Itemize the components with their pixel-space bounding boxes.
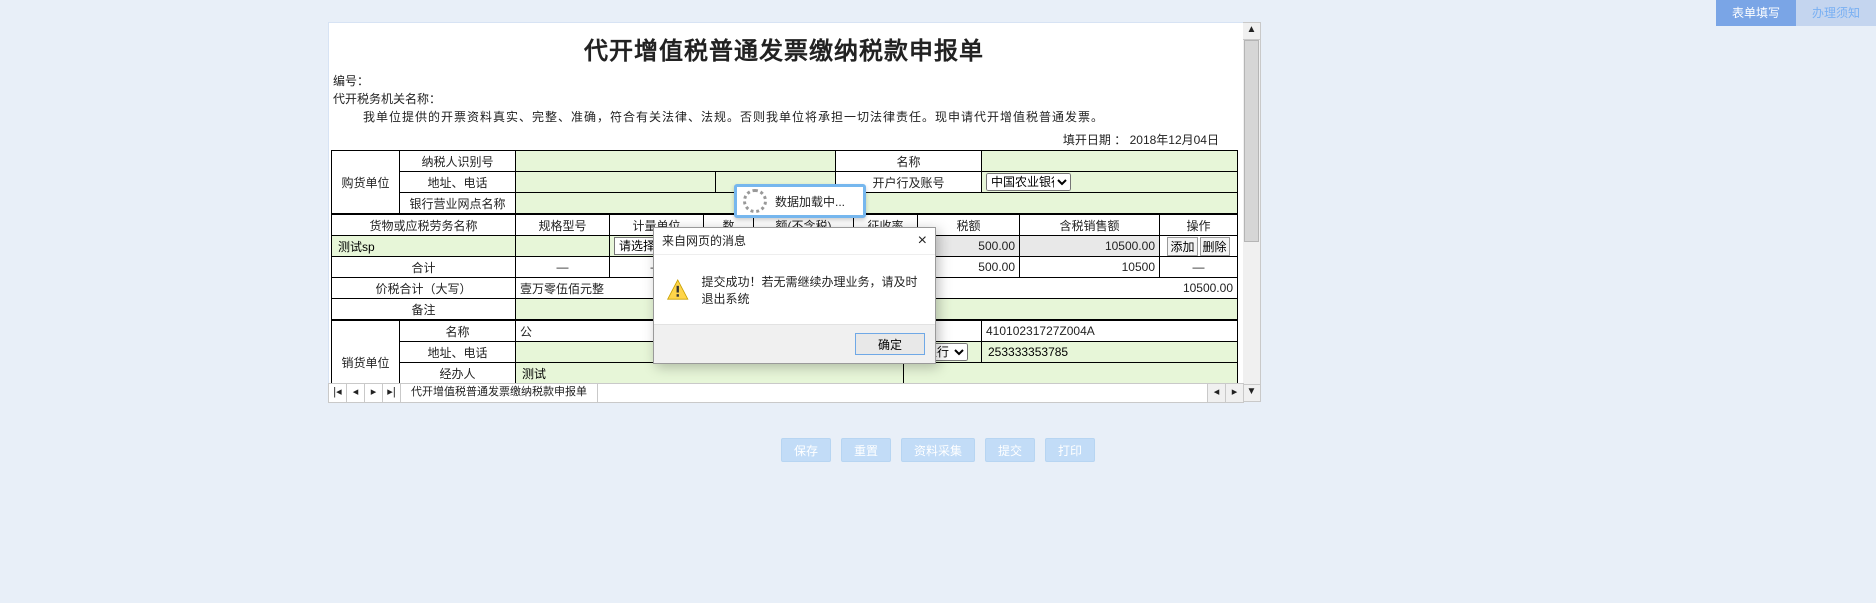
spinner-icon [743, 189, 767, 213]
sheet-nav-first-icon[interactable]: |◂ [329, 384, 347, 402]
tab-instructions[interactable]: 办理须知 [1796, 0, 1876, 26]
buyer-addr-label: 地址、电话 [400, 172, 516, 193]
sheet-nav-prev-icon[interactable]: ◂ [347, 384, 365, 402]
close-icon[interactable]: × [918, 233, 927, 249]
buyer-section-label: 购货单位 [332, 151, 400, 214]
submit-button[interactable]: 提交 [985, 438, 1035, 462]
hscroll-left-icon[interactable]: ◂ [1207, 384, 1225, 402]
col-name: 货物或应税劳务名称 [332, 215, 516, 236]
totals-label: 合计 [332, 257, 516, 278]
page-title: 代开增值税普通发票缴纳税款申报单 [329, 23, 1239, 72]
buyer-name-label: 名称 [836, 151, 982, 172]
seller-operator-label: 经办人 [400, 363, 516, 384]
tab-fill-form[interactable]: 表单填写 [1716, 0, 1796, 26]
buyer-bank-select[interactable]: 中国农业银行 [986, 173, 1071, 191]
seller-name-label: 名称 [400, 321, 516, 342]
message-dialog: 来自网页的消息 × 提交成功！若无需继续办理业务，请及时退出系统 确定 [653, 227, 936, 364]
collect-button[interactable]: 资料采集 [901, 438, 975, 462]
col-gross: 含税销售额 [1020, 215, 1160, 236]
loading-text: 数据加载中... [775, 193, 845, 210]
action-bar: 保存 重置 资料采集 提交 打印 [0, 438, 1876, 468]
seller-addr-label: 地址、电话 [400, 342, 516, 363]
totals-dash4: — [1160, 257, 1238, 278]
buyer-branch-input[interactable] [520, 194, 1233, 212]
vertical-scrollbar[interactable]: ▲ ▼ [1243, 22, 1261, 402]
print-button[interactable]: 打印 [1045, 438, 1095, 462]
item-spec-input[interactable] [520, 237, 605, 255]
amount-small: 10500.00 [918, 278, 1238, 299]
dialog-message: 提交成功！若无需继续办理业务，请及时退出系统 [701, 273, 923, 307]
item-add-button[interactable]: 添加 [1167, 237, 1197, 256]
sheet-tab-active[interactable]: 代开增值税普通发票缴纳税款申报单 [401, 384, 598, 402]
remark-label: 备注 [332, 299, 516, 320]
fill-date-label: 填开日期 ： [1063, 133, 1130, 147]
warning-icon [666, 276, 689, 304]
scroll-track[interactable] [1243, 40, 1260, 384]
totals-dash: — [516, 257, 610, 278]
buyer-branch-label: 银行营业网点名称 [400, 193, 516, 214]
sheet-nav-last-icon[interactable]: ▸| [383, 384, 401, 402]
buyer-bankacct-input[interactable] [1074, 173, 1224, 191]
seller-taxid: 41010231727Z004A [982, 321, 1238, 342]
totals-gross: 10500 [1020, 257, 1160, 278]
seller-operator-input[interactable] [520, 364, 899, 382]
serial-label: 编号： [329, 72, 1239, 90]
buyer-name-input[interactable] [986, 152, 1233, 170]
item-gross-cell: 10500.00 [1020, 236, 1160, 257]
fill-date-value: 2018年12月04日 [1130, 133, 1219, 147]
item-name-input[interactable] [336, 237, 511, 255]
col-ops: 操作 [1160, 215, 1238, 236]
hscroll-right-icon[interactable]: ▸ [1225, 384, 1243, 402]
scroll-up-icon[interactable]: ▲ [1243, 23, 1260, 40]
scroll-thumb[interactable] [1244, 40, 1259, 242]
buyer-taxid-label: 纳税人识别号 [400, 151, 516, 172]
sheet-tab-bar: |◂ ◂ ▸ ▸| 代开增值税普通发票缴纳税款申报单 ◂ ▸ [328, 383, 1244, 403]
dialog-title: 来自网页的消息 [662, 228, 746, 254]
buyer-addr-input[interactable] [520, 173, 711, 191]
item-del-button[interactable]: 删除 [1200, 237, 1230, 256]
buyer-taxid-input[interactable] [520, 152, 831, 170]
amount-words-label: 价税合计（大写） [332, 278, 516, 299]
scroll-down-icon[interactable]: ▼ [1243, 384, 1260, 401]
ok-button[interactable]: 确定 [855, 333, 925, 355]
reset-button[interactable]: 重置 [841, 438, 891, 462]
loading-toast: 数据加载中... [734, 184, 866, 218]
declaration-text: 我单位提供的开票资料真实、完整、准确，符合有关法律、法规。否则我单位将承担一切法… [329, 108, 1239, 129]
top-tabs: 表单填写 办理须知 [1716, 0, 1876, 26]
save-button[interactable]: 保存 [781, 438, 831, 462]
agency-label: 代开税务机关名称： [333, 92, 441, 106]
col-spec: 规格型号 [516, 215, 610, 236]
seller-bankacct-input[interactable] [986, 343, 1233, 361]
sheet-nav-next-icon[interactable]: ▸ [365, 384, 383, 402]
